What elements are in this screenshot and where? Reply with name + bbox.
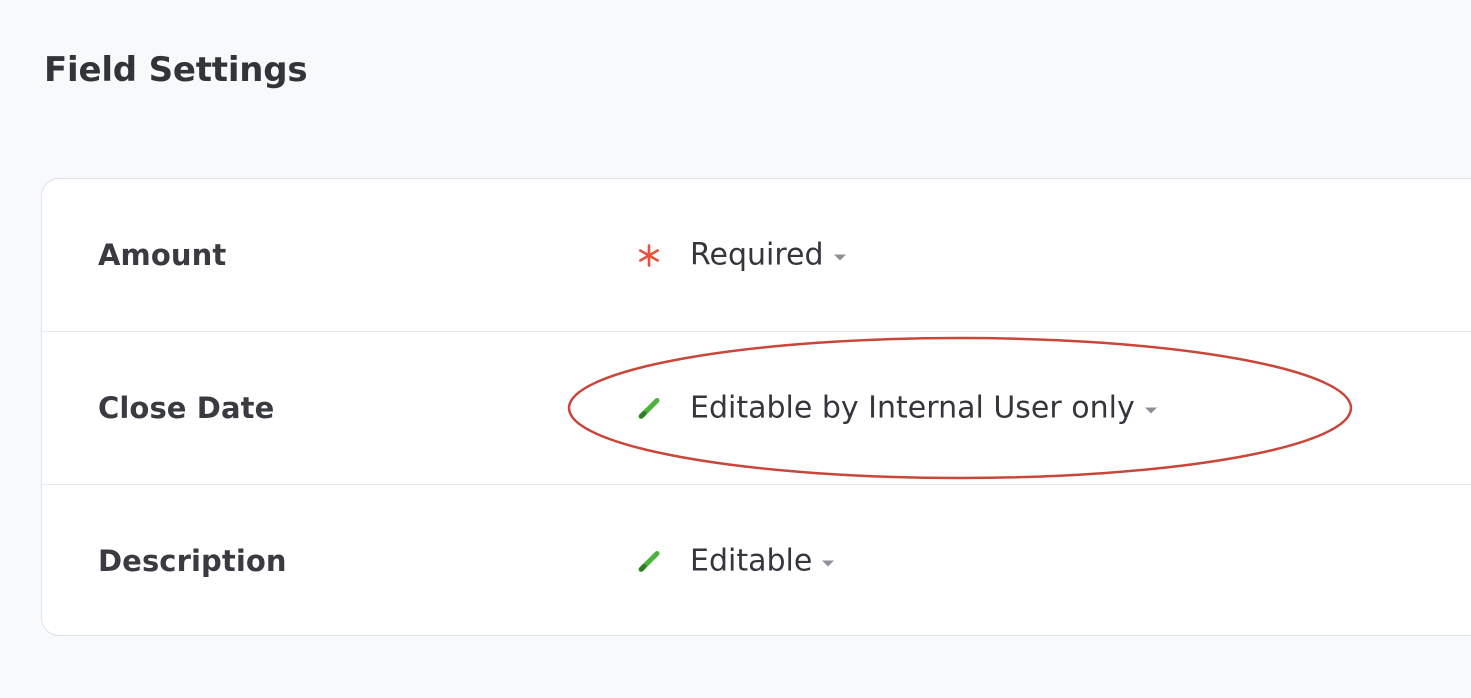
asterisk-icon [634,240,664,270]
field-row-amount: Amount Required [42,179,1471,332]
field-settings-card: Amount Required Close Date Editable by I… [41,178,1471,636]
field-name: Amount [98,238,227,272]
permission-label: Required [690,237,824,273]
pencil-icon [634,393,664,423]
field-row-description: Description Editable [42,485,1471,637]
chevron-down-icon [1144,407,1157,413]
permission-dropdown-amount[interactable]: Required [634,238,846,273]
field-name: Close Date [98,391,275,425]
permission-label: Editable by Internal User only [690,390,1135,426]
permission-dropdown-description[interactable]: Editable [634,543,835,579]
permission-dropdown-close-date[interactable]: Editable by Internal User only [634,391,1157,426]
chevron-down-icon [833,254,846,260]
pencil-icon [634,546,664,576]
field-name: Description [98,544,287,578]
chevron-down-icon [822,560,835,566]
field-row-close-date: Close Date Editable by Internal User onl… [42,332,1471,485]
section-title: Field Settings [44,50,308,90]
permission-label: Editable [690,543,813,579]
